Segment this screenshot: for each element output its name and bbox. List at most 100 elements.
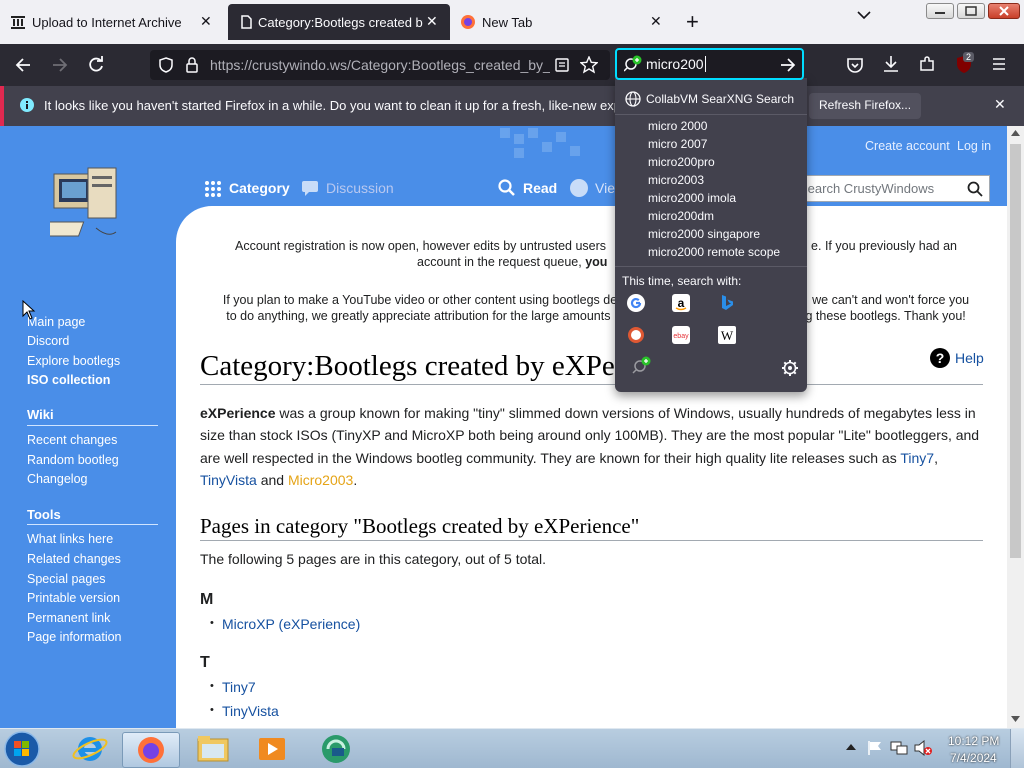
shield-icon[interactable] [158,57,174,73]
pocket-icon[interactable] [846,56,864,74]
menu-icon[interactable] [991,56,1007,72]
search-settings-gear-icon[interactable] [781,359,801,379]
suggestion-item[interactable]: micro2000 singapore [648,227,760,241]
notice-text: account in the request queue, [417,255,582,269]
ebay-icon[interactable]: ebay [672,326,692,346]
maximize-button[interactable] [957,3,985,19]
suggestion-item[interactable]: micro200pro [648,155,715,169]
internet-explorer-icon[interactable] [68,732,118,768]
svg-text:a: a [678,296,685,310]
show-desktop-button[interactable] [1010,729,1024,768]
tab-label: Category:Bootlegs created by eX [258,15,423,30]
volume-muted-icon[interactable] [914,740,932,756]
back-icon[interactable] [14,56,32,74]
list-item-tiny7[interactable]: Tiny7 [222,679,256,695]
suggestion-item[interactable]: micro 2007 [648,137,707,151]
scroll-down-icon[interactable] [1011,716,1020,722]
sidebar-item-recent-changes[interactable]: Recent changes [27,433,117,447]
wikipedia-icon[interactable]: W [718,326,738,346]
category-tab-icon [204,180,222,198]
sidebar-item-discord[interactable]: Discord [27,334,69,348]
clock-date[interactable]: 7/4/2024 [950,751,997,765]
suggestion-item[interactable]: micro 2000 [648,119,707,133]
divider [615,266,807,267]
scroll-thumb[interactable] [1010,144,1021,558]
tab-discussion[interactable]: Discussion [326,180,394,196]
file-explorer-icon[interactable] [190,732,240,768]
duckduckgo-icon[interactable] [627,326,647,346]
tab-category-bootlegs[interactable]: Category:Bootlegs created by eX ✕ [228,4,450,40]
media-player-icon[interactable] [250,732,300,768]
sidebar-item-printable-version[interactable]: Printable version [27,591,120,605]
collabvm-searxng-icon[interactable] [632,356,652,376]
clock-time[interactable]: 10:12 PM [948,734,999,748]
bing-icon[interactable] [718,294,738,314]
search-icon[interactable] [967,181,983,197]
close-notification-icon[interactable]: ✕ [994,96,1006,113]
downloads-icon[interactable] [882,55,900,73]
google-icon[interactable] [627,294,647,314]
firefox-taskbar-icon[interactable] [122,732,180,768]
search-input[interactable]: micro200 [646,56,706,72]
sidebar-item-changelog[interactable]: Changelog [27,472,87,486]
list-item-tinyvista[interactable]: TinyVista [222,703,279,719]
reload-icon[interactable] [87,56,105,74]
help-link[interactable]: Help [955,350,984,366]
sidebar-item-page-information[interactable]: Page information [27,630,122,644]
search-with-label: This time, search with: [622,274,742,288]
letter-heading: T [200,654,210,671]
close-window-button[interactable] [988,3,1020,19]
tab-new-tab[interactable]: New Tab ✕ [452,0,672,44]
micro2003-link[interactable]: Micro2003 [288,472,353,488]
go-arrow-icon[interactable] [780,57,796,73]
tab-category[interactable]: Category [229,180,290,196]
wiki-search-box[interactable]: Search CrustyWindows [790,175,990,202]
lock-icon[interactable] [185,57,199,73]
wiki-search-input[interactable]: Search CrustyWindows [799,181,959,196]
url-bar[interactable]: https://crustywindo.ws/Category:Bootlegs… [150,50,610,80]
tab-label: New Tab [482,15,533,30]
close-tab-icon[interactable]: ✕ [200,13,212,30]
forward-icon[interactable] [51,56,69,74]
new-tab-button[interactable]: + [686,9,699,35]
tiny7-link[interactable]: Tiny7 [900,450,934,466]
show-hidden-icons-icon[interactable] [846,743,856,751]
bookmark-star-icon[interactable] [580,56,598,74]
extension-badge: 2 [963,52,975,62]
scroll-up-icon[interactable] [1011,130,1020,136]
extensions-icon[interactable] [918,55,936,73]
crustywindows-logo[interactable] [50,166,122,250]
sidebar-item-explore-bootlegs[interactable]: Explore bootlegs [27,354,120,368]
list-item-microxp[interactable]: MicroXP (eXPerience) [222,616,360,632]
minimize-button[interactable] [926,3,954,19]
tab-read[interactable]: Read [523,180,557,196]
page-scrollbar[interactable] [1007,126,1024,728]
help-icon[interactable]: ? [930,348,950,368]
reader-view-icon[interactable] [554,57,570,73]
action-center-flag-icon[interactable] [867,740,883,756]
amazon-icon[interactable]: a [672,294,692,314]
sidebar-item-related-changes[interactable]: Related changes [27,552,121,566]
sidebar-item-special-pages[interactable]: Special pages [27,572,106,586]
login-link[interactable]: Log in [957,139,991,153]
notice-text: we can't and won't force you [812,293,970,307]
create-account-link[interactable]: Create account [865,139,950,153]
close-tab-icon[interactable]: ✕ [650,13,662,30]
network-icon[interactable] [890,740,908,756]
suggestion-item[interactable]: micro2000 remote scope [648,245,780,259]
sidebar-item-what-links-here[interactable]: What links here [27,532,113,546]
list-all-tabs-icon[interactable] [857,10,871,20]
tinyvista-link[interactable]: TinyVista [200,472,257,488]
sidebar-item-permanent-link[interactable]: Permanent link [27,611,110,625]
tab-upload-archive[interactable]: Upload to Internet Archive ✕ [0,0,225,44]
suggestion-item[interactable]: micro2003 [648,173,704,187]
sidebar-item-random-bootleg[interactable]: Random bootleg [27,453,119,467]
remote-app-icon[interactable] [312,732,362,768]
suggestion-item[interactable]: micro200dm [648,209,714,223]
close-tab-icon[interactable]: ✕ [426,13,438,30]
sidebar-item-iso-collection[interactable]: ISO collection [27,373,110,387]
search-bar[interactable]: micro200 [615,48,804,80]
suggestion-item[interactable]: micro2000 imola [648,191,736,205]
start-button[interactable] [2,730,46,767]
refresh-firefox-button[interactable]: Refresh Firefox... [809,93,922,119]
